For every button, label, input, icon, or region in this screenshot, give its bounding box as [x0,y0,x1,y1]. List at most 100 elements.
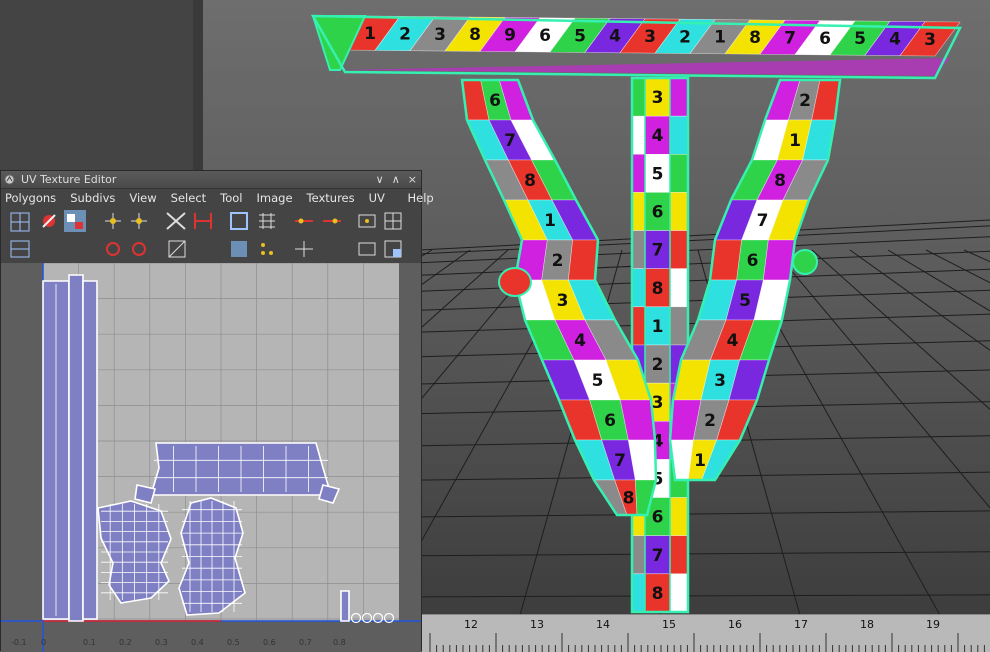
svg-text:3: 3 [557,291,569,311]
menu-select[interactable]: Select [171,189,206,207]
post-side-cell [631,573,646,613]
uv-shell-beam[interactable] [149,442,333,496]
cut-uv-icon[interactable] [166,212,186,230]
uv-layout[interactable] [1,263,421,652]
uv-shell-beam-end-l[interactable] [134,484,157,504]
uv-editor-toolbar [1,207,421,264]
uv-shell-post-b[interactable] [68,274,84,622]
svg-text:1: 1 [694,451,706,471]
align-right-icon[interactable] [323,218,341,224]
ruler-label: 0.6 [263,638,276,647]
svg-text:5: 5 [652,164,664,184]
post-side-cell [669,230,689,270]
svg-text:8: 8 [524,171,536,191]
arm-cell: 2 [541,239,574,281]
snapshot-icon[interactable] [358,214,376,228]
uv-shell-icon[interactable] [384,212,402,230]
menu-polygons[interactable]: Polygons [5,189,56,207]
post-front-cell: 8 [644,573,671,613]
uv-shell-small[interactable] [340,590,350,622]
uv-shell-post-a[interactable] [42,280,70,620]
frame-label: 17 [794,618,808,631]
side-panel [0,0,203,170]
svg-text:5: 5 [592,371,604,391]
frame-label: 18 [860,618,874,631]
maximize-button[interactable]: ∧ [392,171,400,188]
post-side-cell [669,306,689,346]
unfold-icon[interactable] [10,240,30,258]
align-left-icon[interactable] [295,218,313,224]
grid-uv-icon[interactable] [259,213,275,229]
time-slider[interactable]: 12 13 14 15 16 17 18 19 [422,614,990,652]
svg-text:5: 5 [854,29,866,49]
post-front-cell: 7 [644,230,671,270]
select-uv-icon[interactable] [10,212,30,232]
uv-shell-post-c[interactable] [82,280,98,620]
svg-text:6: 6 [539,26,551,46]
move-uv-icon[interactable] [42,214,56,228]
post-front-cell: 8 [644,268,671,308]
ruler-label: 0 [41,638,47,647]
minimize-button[interactable]: ∨ [376,171,384,188]
svg-text:4: 4 [609,27,621,47]
svg-text:6: 6 [747,251,759,271]
svg-text:9: 9 [504,26,516,46]
post-side-cell [631,268,646,308]
menu-uv-sets[interactable]: UV Sets [369,189,394,223]
menu-subdivs[interactable]: Subdivs [70,189,115,207]
rotate-cw-icon[interactable] [106,242,120,256]
uv-lattice-icon[interactable] [64,210,86,232]
uv-texture-editor-window[interactable]: UV Texture Editor ∨ ∧ × Polygons Subdivs… [0,170,434,652]
center-post[interactable]: 34567812345678 [630,76,690,614]
svg-text:4: 4 [652,126,664,146]
svg-text:6: 6 [652,508,664,528]
image-range-icon[interactable] [358,242,376,256]
svg-text:8: 8 [623,489,635,509]
flip-v-icon[interactable] [131,213,147,229]
post-side-cell [631,153,646,193]
menu-textures[interactable]: Textures [307,189,355,207]
svg-text:8: 8 [652,279,664,299]
svg-text:7: 7 [504,131,516,151]
pixel-snap-icon[interactable] [384,240,402,258]
uv-dots-icon[interactable] [261,243,273,255]
svg-text:8: 8 [652,584,664,604]
menu-view[interactable]: View [129,189,156,207]
maya-window-icon [4,174,15,185]
svg-text:1: 1 [544,211,556,231]
menu-image[interactable]: Image [257,189,293,207]
toolbar-icons [10,210,402,258]
flip-u-icon[interactable] [105,213,121,229]
svg-text:6: 6 [489,91,501,111]
menu-tool[interactable]: Tool [220,189,242,207]
distribute-icon[interactable] [295,241,313,257]
rotate-ccw-icon[interactable] [132,242,146,256]
ruler-label: 0.1 [83,638,96,647]
svg-text:6: 6 [819,29,831,49]
svg-text:3: 3 [434,25,446,45]
svg-text:2: 2 [799,91,811,111]
top-beam[interactable]: 1 2 3 8 9 6 5 4 3 2 1 8 7 6 5 4 3 [310,14,963,80]
svg-text:2: 2 [652,355,664,375]
uv-editor-title-bar[interactable]: UV Texture Editor ∨ ∧ × [1,171,421,189]
uv-shell-right-arm[interactable] [178,497,246,616]
frame-label: 19 [926,618,940,631]
layout-uv-icon[interactable] [230,212,248,230]
ruler-label: 0.7 [299,638,312,647]
ruler-label: 0.2 [119,638,132,647]
uv-editor-canvas[interactable]: -0.1 0 0.1 0.2 0.3 0.4 0.5 0.6 0.7 0.8 [1,263,421,652]
checker-map-icon[interactable] [168,240,186,258]
close-button[interactable]: × [408,171,417,188]
uv-isolate-icon[interactable] [231,241,247,257]
post-side-cell [669,153,689,193]
menu-help[interactable]: Help [408,189,434,207]
svg-text:7: 7 [652,241,664,261]
post-side-cell [669,573,689,613]
ruler-label: 0.8 [333,638,346,647]
svg-text:3: 3 [924,30,936,50]
sew-uv-icon[interactable] [194,213,212,229]
uv-editor-menu-bar: Polygons Subdivs View Select Tool Image … [1,189,434,223]
svg-text:3: 3 [652,88,664,108]
time-slider-ticks [429,633,985,652]
svg-text:2: 2 [399,25,411,45]
